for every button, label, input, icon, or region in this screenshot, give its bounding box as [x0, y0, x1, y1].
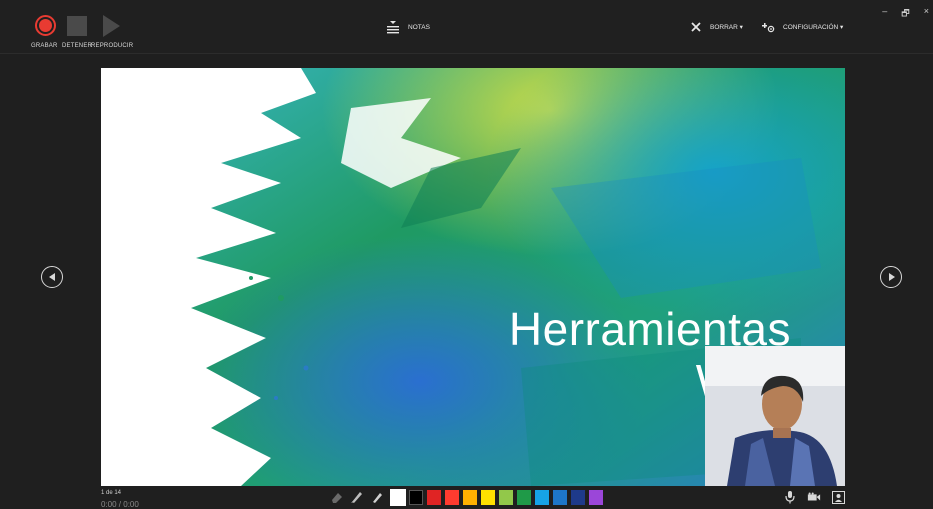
- recording-controls: GRABAR DETENER REPRODUCIR: [30, 14, 150, 52]
- minimize-button[interactable]: –: [882, 6, 887, 22]
- camera-preview[interactable]: [705, 346, 845, 486]
- color-swatch-orange[interactable]: [463, 490, 477, 505]
- microphone-button[interactable]: [783, 490, 797, 504]
- stop-button[interactable]: DETENER: [62, 14, 92, 49]
- media-controls: [783, 490, 845, 504]
- notes-button[interactable]: NOTAS: [386, 20, 430, 34]
- clear-label: BORRAR ▾: [710, 24, 743, 31]
- camera-preview-toggle-button[interactable]: [831, 490, 845, 504]
- color-swatch-dark-blue[interactable]: [571, 490, 585, 505]
- color-swatch-white[interactable]: [390, 489, 406, 506]
- clear-button[interactable]: BORRAR ▾: [690, 21, 743, 33]
- color-swatch-dark-red[interactable]: [427, 490, 441, 505]
- restore-button[interactable]: 🗗: [901, 6, 909, 22]
- eraser-button[interactable]: [329, 489, 345, 505]
- previous-slide-button[interactable]: [41, 266, 63, 288]
- color-swatch-green[interactable]: [517, 490, 531, 505]
- notes-icon: [387, 21, 399, 34]
- notes-label: NOTAS: [408, 23, 430, 31]
- eraser-icon: [332, 493, 342, 503]
- ink-tools: [329, 489, 385, 505]
- play-label: REPRODUCIR: [91, 43, 134, 49]
- page-counter: 1 de 14: [101, 490, 122, 496]
- camera-person-image: [705, 346, 845, 486]
- microphone-icon: [785, 491, 795, 504]
- prev-slide-icon: [48, 273, 55, 281]
- record-button[interactable]: GRABAR: [30, 14, 60, 49]
- play-icon: [102, 15, 120, 37]
- color-swatch-black[interactable]: [409, 490, 423, 505]
- recording-toolbar: GRABAR DETENER REPRODUCIR NOTAS BORRAR ▾: [0, 0, 933, 54]
- settings-label: CONFIGURACIÓN ▾: [783, 24, 844, 31]
- camera-preview-icon: [831, 490, 845, 504]
- settings-icon: [762, 23, 775, 33]
- color-swatch-blue[interactable]: [553, 490, 567, 505]
- clear-icon: [691, 22, 701, 32]
- play-button[interactable]: REPRODUCIR: [91, 14, 133, 49]
- next-slide-button[interactable]: [880, 266, 902, 288]
- color-swatch-red[interactable]: [445, 490, 459, 505]
- color-swatch-light-green[interactable]: [499, 490, 513, 505]
- record-icon: [34, 15, 56, 36]
- window-controls: – 🗗 ×: [882, 6, 929, 22]
- settings-button[interactable]: CONFIGURACIÓN ▾: [762, 21, 843, 33]
- color-swatch-light-blue[interactable]: [535, 490, 549, 505]
- highlighter-icon: [373, 493, 382, 503]
- color-swatch-purple[interactable]: [589, 490, 603, 505]
- next-slide-icon: [888, 273, 895, 281]
- pen-button[interactable]: [349, 489, 365, 505]
- camera-toggle-button[interactable]: [807, 490, 821, 504]
- record-label: GRABAR: [31, 43, 58, 49]
- highlighter-button[interactable]: [369, 489, 385, 505]
- pen-icon: [351, 492, 362, 503]
- color-swatch-yellow[interactable]: [481, 490, 495, 505]
- close-button[interactable]: ×: [924, 6, 929, 22]
- camera-icon: [807, 492, 821, 501]
- stop-label: DETENER: [62, 43, 93, 49]
- stop-icon: [67, 16, 87, 36]
- ink-color-swatches: [390, 489, 603, 506]
